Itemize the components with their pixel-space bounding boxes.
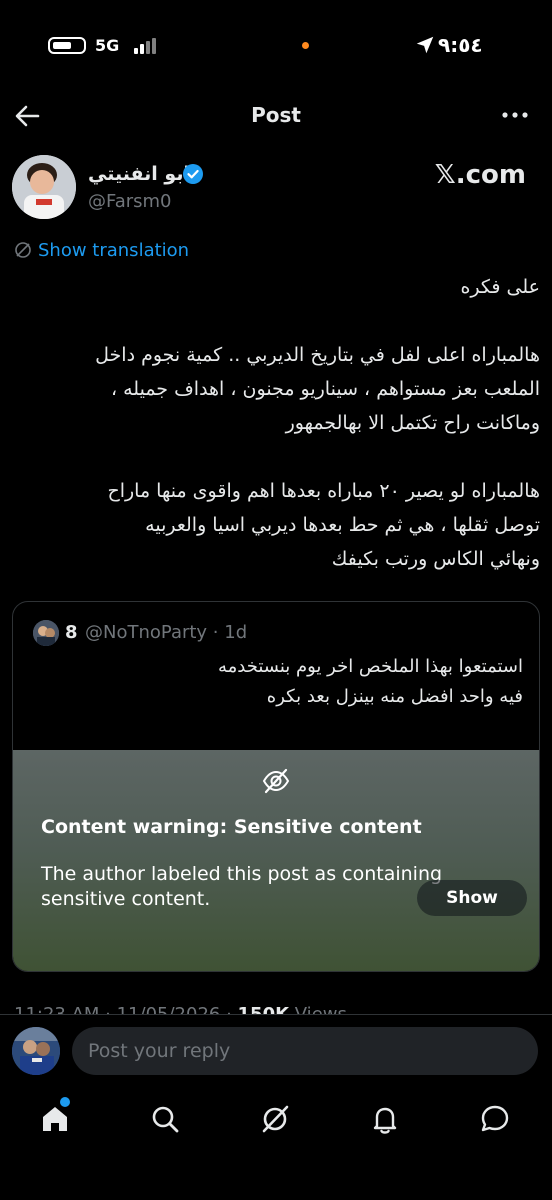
post-timestamp: 11:23 AM · 11/05/2026 · xyxy=(14,1004,238,1014)
post-header: Post xyxy=(0,95,552,137)
show-translation-link[interactable]: Show translation xyxy=(14,238,189,262)
warning-description: The author labeled this post as containi… xyxy=(41,863,443,910)
post-line: الملعب بعز مستواهم ، سيناريو مجنون ، اهد… xyxy=(110,378,540,400)
post-text: على فكره هالمباراه اعلى لفل في بتاريخ ال… xyxy=(14,270,540,576)
quoted-author-name: 8 xyxy=(65,622,78,643)
post-line: وماكانت راح تكتمل الا بهالجمهور xyxy=(285,412,540,434)
quoted-line: استمتعوا بهذا الملخص اخر يوم بنستخدمه xyxy=(217,656,523,677)
notifications-bell-icon[interactable] xyxy=(368,1102,402,1136)
show-sensitive-button[interactable]: Show xyxy=(417,880,527,916)
source-logo: 𝕏.com xyxy=(434,160,526,190)
quoted-author-avatar xyxy=(33,620,59,646)
translate-globe-icon xyxy=(15,242,31,258)
quoted-line: فيه واحد افضل منه بينزل بعد بكره xyxy=(266,686,523,707)
page-title: Post xyxy=(251,103,301,127)
verified-badge-icon xyxy=(183,164,203,184)
search-icon[interactable] xyxy=(148,1102,182,1136)
quoted-post[interactable]: 8 @NoTnoParty · 1d استمتعوا بهذا الملخص … xyxy=(12,601,540,972)
warning-title: Content warning: Sensitive content xyxy=(41,816,422,838)
eye-off-icon xyxy=(262,768,290,794)
location-arrow-icon xyxy=(416,36,434,54)
clock: ٩:٥٤ xyxy=(438,33,483,57)
home-indicator-area xyxy=(0,1152,552,1200)
post-line: هالمباراه اعلى لفل في بتاريخ الديربي .. … xyxy=(95,344,540,366)
messages-icon[interactable] xyxy=(478,1102,512,1136)
privacy-indicator xyxy=(302,42,309,49)
author-handle[interactable]: @Farsm0 xyxy=(88,191,172,212)
author-avatar[interactable] xyxy=(12,155,76,219)
quoted-post-text: استمتعوا بهذا الملخص اخر يوم بنستخدمه في… xyxy=(33,652,523,712)
more-options-icon[interactable] xyxy=(500,103,530,127)
network-type: 5G xyxy=(95,36,120,55)
grok-icon[interactable] xyxy=(258,1102,292,1136)
post-line: ونهائي الكاس ورتب بكيفك xyxy=(331,548,540,570)
sensitive-content-warning: Content warning: Sensitive content The a… xyxy=(13,750,539,971)
reply-bar xyxy=(0,1014,552,1086)
my-avatar[interactable] xyxy=(12,1027,60,1075)
signal-icon xyxy=(134,38,160,54)
post-meta: 11:23 AM · 11/05/2026 · 150K Views xyxy=(14,1002,347,1014)
post-line: هالمباراه لو يصير ٢٠ مباراه بعدها اهم وا… xyxy=(107,480,540,502)
post-line: توصل ثقلها ، هي ثم حط بعدها ديربي اسيا و… xyxy=(145,514,540,536)
home-unread-dot xyxy=(60,1097,70,1107)
battery-icon xyxy=(48,37,86,54)
views-label: Views xyxy=(289,1004,347,1014)
views-count: 150K xyxy=(238,1004,290,1014)
show-translation-label: Show translation xyxy=(38,239,190,261)
author-display-name[interactable]: ابو انفنيتي xyxy=(88,163,190,185)
home-icon[interactable] xyxy=(38,1102,72,1136)
post-line: على فكره xyxy=(460,276,540,298)
quoted-author-handle: @NoTnoParty · 1d xyxy=(85,622,248,643)
bottom-nav xyxy=(0,1086,552,1152)
reply-input[interactable] xyxy=(72,1027,538,1075)
status-bar: 5G ٩:٥٤ xyxy=(0,0,552,90)
